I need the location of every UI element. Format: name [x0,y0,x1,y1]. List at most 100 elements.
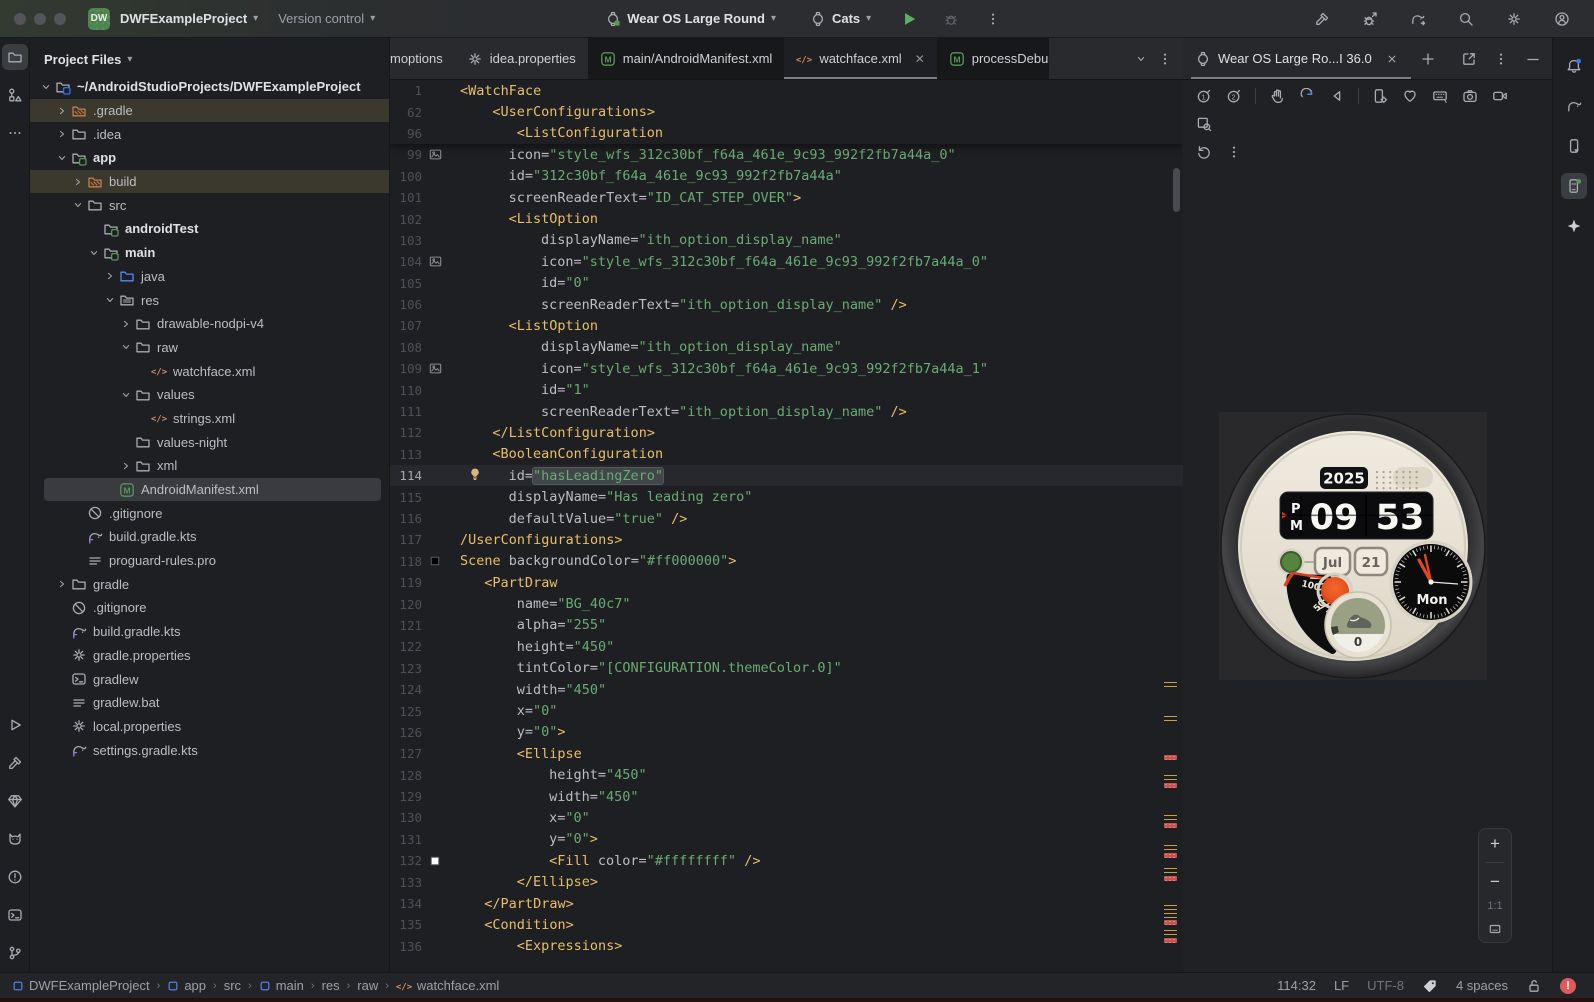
line-number[interactable]: 99 [390,147,424,162]
steps-complication[interactable]: 0 [1324,591,1392,659]
code-line-106[interactable]: 106 screenReaderText="ith_option_display_… [390,294,1183,315]
line-number[interactable]: 136 [390,939,424,954]
code-line-119[interactable]: 119 <PartDraw [390,572,1183,593]
project-selector[interactable]: DWFExampleProject ▾ [110,5,268,33]
line-number[interactable]: 122 [390,639,424,654]
close-icon[interactable] [1379,47,1405,71]
breadcrumb-item-dwfexampleproject[interactable]: DWFExampleProject [12,978,150,993]
code-line-130[interactable]: 130 x="0" [390,807,1183,828]
line-number[interactable]: 110 [390,383,424,398]
editor-tab-watchface.xml[interactable]: </> watchface.xml ✕ [784,38,938,79]
file-encoding[interactable]: UTF-8 [1367,978,1404,993]
line-number[interactable]: 132 [390,853,424,868]
add-device-tab-button[interactable] [1417,47,1439,71]
code-line-108[interactable]: 108 displayName="ith_option_display_name" [390,337,1183,358]
line-number[interactable]: 105 [390,276,424,291]
warning-stripe-mark[interactable] [1164,716,1177,721]
line-number[interactable]: 112 [390,425,424,440]
error-stripe-mark[interactable] [1164,876,1177,881]
code-line-101[interactable]: 101 screenReaderText="ID_CAT_STEP_OVER"> [390,187,1183,208]
device-display-area[interactable]: 2025 P M 09 53 Jul 21 100 50 0 Mon [1219,412,1487,680]
gradle-tool-icon[interactable] [1561,93,1587,119]
chevron-right-icon[interactable] [54,105,70,117]
line-number[interactable]: 116 [390,511,424,526]
code-line-113[interactable]: 113 <BooleanConfiguration [390,444,1183,465]
code-line-102[interactable]: 102 <ListOption [390,208,1183,229]
tree-item-proguard-rules.pro[interactable]: proguard-rules.pro [30,549,389,573]
editor-tab-processdebug[interactable]: MprocessDebug [936,38,1049,79]
highlight-level-icon[interactable] [1422,978,1438,994]
code-line-104[interactable]: 104 icon="style_wfs_312c30bf_f64a_461e_9c… [390,251,1183,272]
tree-item-xml[interactable]: xml [30,454,389,478]
open-in-window-icon[interactable] [1459,47,1481,71]
breadcrumb-item-src[interactable]: src [224,978,241,993]
error-stripe-mark[interactable] [1164,920,1177,925]
caret-position[interactable]: 114:32 [1277,978,1316,993]
zoom-out-button[interactable]: − [1490,873,1500,890]
code-line-109[interactable]: 109 icon="style_wfs_312c30bf_f64a_461e_9c… [390,358,1183,379]
sticky-line-1[interactable]: 1 <WatchFace [390,80,1183,101]
code-line-110[interactable]: 110 id="1" [390,379,1183,400]
tab-list-chevron-icon[interactable] [1135,53,1147,65]
code-line-111[interactable]: 111 screenReaderText="ith_option_display_… [390,401,1183,422]
more-tool-windows-icon[interactable] [2,120,28,146]
color-preview-black-icon[interactable] [424,555,446,567]
weekday-dial[interactable]: Mon [1389,540,1473,624]
minimize-window-button[interactable] [34,12,46,25]
tree-item-app[interactable]: app [30,146,389,170]
line-number[interactable]: 125 [390,704,424,719]
line-number[interactable]: 106 [390,297,424,312]
logcat-tool-icon[interactable] [2,826,28,852]
chevron-right-icon[interactable] [118,318,134,330]
tree-item-settings.gradle.kts[interactable]: settings.gradle.kts [30,738,389,762]
line-number[interactable]: 126 [390,725,424,740]
chevron-right-icon[interactable] [102,270,118,282]
chevron-right-icon[interactable] [54,578,70,590]
breadcrumb-item-app[interactable]: app [167,978,206,993]
chevron-right-icon[interactable] [54,128,70,140]
line-ending[interactable]: LF [1334,978,1349,993]
tree-item-values-night[interactable]: values-night [30,430,389,454]
line-number[interactable]: 108 [390,340,424,355]
run-configuration-selector[interactable]: Cats ▾ [800,5,881,33]
tree-item-gradle.properties[interactable]: gradle.properties [30,644,389,668]
line-number[interactable]: 96 [390,126,424,141]
tree-item-raw[interactable]: raw [30,336,389,360]
run-tool-icon[interactable] [2,712,28,738]
chevron-down-icon[interactable] [70,199,86,211]
warning-stripe-mark[interactable] [1164,845,1177,850]
line-number[interactable]: 109 [390,361,424,376]
line-number[interactable]: 101 [390,190,424,205]
tree-item-.gradle[interactable]: .gradle [30,98,389,123]
line-number[interactable]: 100 [390,169,424,184]
line-number[interactable]: 133 [390,875,424,890]
code-line-120[interactable]: 120 name="BG_40c7" [390,593,1183,614]
tree-item-.gitignore[interactable]: .gitignore [30,501,389,525]
editor-tab-moptions[interactable]: moptions [390,38,455,79]
code-line-121[interactable]: 121 alpha="255" [390,615,1183,636]
code-line-131[interactable]: 131 y="0"> [390,829,1183,850]
tree-item--androidstudioprojects-dwfexampleproject[interactable]: ~/AndroidStudioProjects/DWFExampleProjec… [30,75,389,99]
window-controls[interactable] [0,12,80,25]
hardware-button-2-icon[interactable]: 2 [1221,84,1247,108]
tree-item-build.gradle.kts[interactable]: build.gradle.kts [30,525,389,549]
image-resource-gutter-icon[interactable] [424,255,446,268]
warning-stripe-mark[interactable] [1164,868,1177,873]
warning-stripe-mark[interactable] [1164,905,1177,910]
screenshot-test-icon[interactable] [1191,112,1217,136]
line-number[interactable]: 127 [390,746,424,761]
notifications-bell-icon[interactable] [1561,53,1587,79]
code-line-126[interactable]: 126 y="0"> [390,722,1183,743]
code-editor[interactable]: 1 <WatchFace 62 <UserConfigurations> 96 <List… [390,80,1183,972]
line-number[interactable]: 131 [390,832,424,847]
tree-item-local.properties[interactable]: local.properties [30,715,389,739]
lock-open-icon[interactable] [1526,978,1542,994]
back-icon[interactable] [1324,84,1350,108]
error-stripe-mark[interactable] [1164,823,1177,828]
tree-item-.idea[interactable]: .idea [30,122,389,146]
line-number[interactable]: 117 [390,532,424,547]
editor-scrollbar[interactable] [1173,168,1180,212]
color-preview-white-icon[interactable] [424,855,446,867]
line-number[interactable]: 124 [390,682,424,697]
account-icon[interactable] [1548,5,1576,33]
